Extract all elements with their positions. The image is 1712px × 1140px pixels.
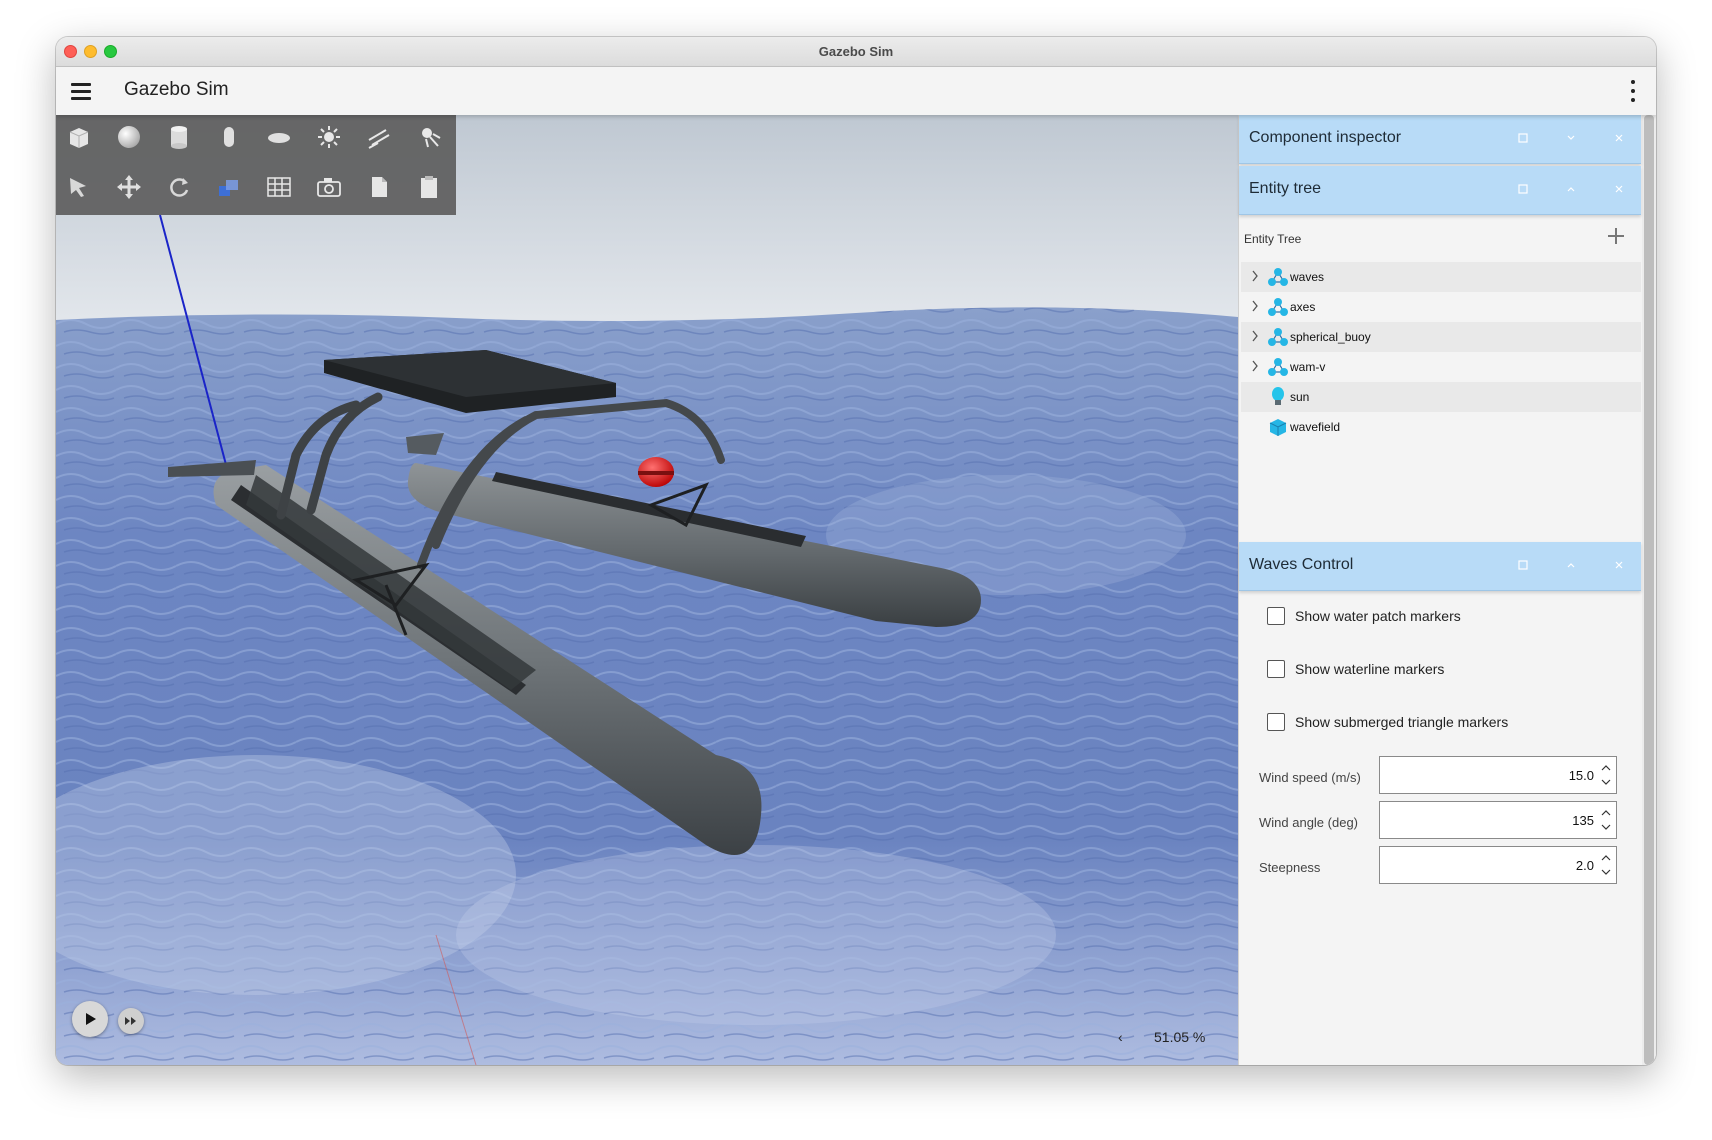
camera-icon[interactable] xyxy=(312,170,346,204)
float-panel-icon[interactable] xyxy=(1514,556,1532,574)
expand-arrow-icon[interactable] xyxy=(1251,270,1259,282)
directional-light-icon[interactable] xyxy=(362,120,396,154)
real-time-factor: 51.05 % xyxy=(1154,1029,1206,1045)
decrement-arrow-icon[interactable] xyxy=(1601,777,1611,787)
wind-speed-value[interactable]: 15.0 xyxy=(1569,768,1594,783)
tree-item-wavefield[interactable]: wavefield xyxy=(1241,412,1641,442)
tree-item-label: spherical_buoy xyxy=(1290,330,1371,344)
wind-speed-spinbox[interactable]: 15.0 xyxy=(1379,756,1617,794)
steepness-value[interactable]: 2.0 xyxy=(1576,858,1594,873)
box-icon[interactable] xyxy=(62,120,96,154)
checkbox-label: Show submerged triangle markers xyxy=(1295,714,1509,730)
tree-item-wam-v[interactable]: wam-v xyxy=(1241,352,1641,382)
step-forward-button[interactable] xyxy=(118,1008,144,1034)
decrement-arrow-icon[interactable] xyxy=(1601,822,1611,832)
float-panel-icon[interactable] xyxy=(1514,129,1532,147)
entity-tree-label: Entity Tree xyxy=(1244,232,1302,246)
panel-scrollbar[interactable] xyxy=(1642,115,1656,1065)
rtf-expand-chevron-icon[interactable]: ‹ xyxy=(1118,1029,1123,1045)
increment-arrow-icon[interactable] xyxy=(1601,853,1611,863)
play-button[interactable] xyxy=(72,1001,108,1037)
visual-icon xyxy=(1269,419,1287,436)
wind-angle-value[interactable]: 135 xyxy=(1572,813,1594,828)
expand-panel-icon[interactable] xyxy=(1562,180,1580,198)
tree-item-label: sun xyxy=(1290,390,1310,404)
title-bar: Gazebo Sim xyxy=(56,37,1656,67)
tree-item-label: waves xyxy=(1290,270,1325,284)
checkbox-label: Show waterline markers xyxy=(1295,661,1445,677)
waves-control-title: Waves Control xyxy=(1249,556,1354,573)
sphere-icon[interactable] xyxy=(112,120,146,154)
waves-control-header[interactable]: Waves Control xyxy=(1239,542,1641,591)
wind-angle-spinbox[interactable]: 135 xyxy=(1379,801,1617,839)
app-bar: Gazebo Sim xyxy=(56,67,1656,115)
tree-item-sun[interactable]: sun xyxy=(1241,382,1641,412)
spot-light-icon[interactable] xyxy=(412,120,446,154)
checkbox-label: Show water patch markers xyxy=(1295,608,1461,624)
app-window: Gazebo Sim Gazebo Sim ‹ 51.05 % Componen… xyxy=(56,37,1656,1065)
panel-scrollbar-thumb[interactable] xyxy=(1644,115,1654,1065)
entity-tree-title: Entity tree xyxy=(1249,180,1322,197)
checkbox-box[interactable] xyxy=(1267,660,1285,678)
window-title: Gazebo Sim xyxy=(818,44,894,59)
component-inspector-title: Component inspector xyxy=(1249,129,1402,146)
checkbox-box[interactable] xyxy=(1267,607,1285,625)
increment-arrow-icon[interactable] xyxy=(1601,808,1611,818)
tree-item-axes[interactable]: axes xyxy=(1241,292,1641,322)
grid-icon[interactable] xyxy=(262,170,296,204)
expand-arrow-icon[interactable] xyxy=(1251,300,1259,312)
tree-item-waves[interactable]: waves xyxy=(1241,262,1641,292)
tree-item-label: axes xyxy=(1290,300,1316,314)
tree-item-label: wavefield xyxy=(1290,420,1341,434)
expand-arrow-icon[interactable] xyxy=(1251,330,1259,342)
model-icon xyxy=(1268,298,1288,316)
entity-tree-header[interactable]: Entity tree xyxy=(1239,166,1641,215)
translate-icon[interactable] xyxy=(112,170,146,204)
wind-speed-label: Wind speed (m/s) xyxy=(1259,770,1361,785)
model-icon xyxy=(1268,328,1288,346)
decrement-arrow-icon[interactable] xyxy=(1601,867,1611,877)
copy-icon[interactable] xyxy=(362,170,396,204)
checkbox-box[interactable] xyxy=(1267,713,1285,731)
expand-arrow-icon[interactable] xyxy=(1251,360,1259,372)
ellipsoid-icon[interactable] xyxy=(262,120,296,154)
add-entity-icon[interactable] xyxy=(1605,225,1627,247)
more-options-icon[interactable] xyxy=(1630,80,1636,102)
app-title: Gazebo Sim xyxy=(124,79,229,100)
increment-arrow-icon[interactable] xyxy=(1601,763,1611,773)
tree-item-label: wam-v xyxy=(1290,360,1326,374)
wind-angle-label: Wind angle (deg) xyxy=(1259,815,1358,830)
model-icon xyxy=(1268,268,1288,286)
capsule-icon[interactable] xyxy=(212,120,246,154)
shapes-toolbar xyxy=(56,115,456,215)
steepness-spinbox[interactable]: 2.0 xyxy=(1379,846,1617,884)
close-panel-icon[interactable] xyxy=(1610,556,1628,574)
expand-panel-icon[interactable] xyxy=(1562,556,1580,574)
tree-item-spherical-buoy[interactable]: spherical_buoy xyxy=(1241,322,1641,352)
hamburger-menu-icon[interactable] xyxy=(71,82,91,100)
cylinder-icon[interactable] xyxy=(162,120,196,154)
collapse-panel-icon[interactable] xyxy=(1562,129,1580,147)
model-icon xyxy=(1268,358,1288,376)
component-inspector-header[interactable]: Component inspector xyxy=(1239,115,1641,164)
steepness-label: Steepness xyxy=(1259,860,1321,875)
close-panel-icon[interactable] xyxy=(1610,129,1628,147)
select-icon[interactable] xyxy=(62,170,96,204)
close-panel-icon[interactable] xyxy=(1610,180,1628,198)
sun-icon[interactable] xyxy=(312,120,346,154)
right-panel: Component inspector Entity tree Entity T… xyxy=(1238,115,1656,1065)
paste-icon[interactable] xyxy=(412,170,446,204)
scene-3d-viewport[interactable]: ‹ 51.05 % xyxy=(56,115,1238,1065)
float-panel-icon[interactable] xyxy=(1514,180,1532,198)
light-icon xyxy=(1272,387,1284,405)
scale-icon[interactable] xyxy=(212,170,246,204)
rotate-icon[interactable] xyxy=(162,170,196,204)
scene-render xyxy=(56,115,1238,1065)
